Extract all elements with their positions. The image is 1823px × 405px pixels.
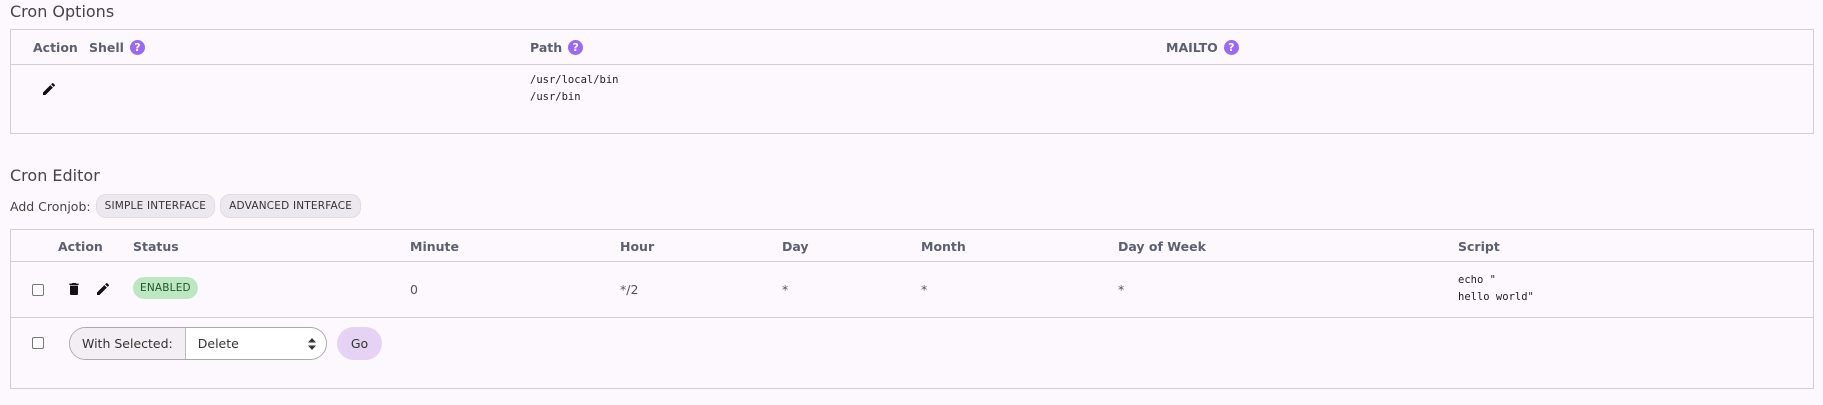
- cron-options-panel: Action Shell ? Path ? MAILTO ? /usr/loca…: [10, 29, 1814, 134]
- options-header-shell: Shell ?: [89, 40, 145, 55]
- editor-header-hour: Hour: [620, 239, 655, 254]
- editor-header-script: Script: [1458, 239, 1500, 254]
- script-line: hello world": [1458, 291, 1534, 303]
- go-button[interactable]: Go: [337, 327, 382, 360]
- cron-options-title: Cron Options: [10, 2, 115, 21]
- editor-header-status: Status: [133, 239, 179, 254]
- options-header-path: Path ?: [530, 40, 584, 55]
- simple-interface-button[interactable]: SIMPLE INTERFACE: [95, 194, 216, 218]
- options-header-shell-label: Shell: [89, 40, 124, 55]
- editor-header-divider: [11, 261, 1813, 262]
- select-arrows-icon: [308, 337, 316, 350]
- minute-value: 0: [410, 282, 418, 297]
- script-line: echo ": [1458, 274, 1496, 286]
- script-value: echo " hello world": [1458, 272, 1534, 306]
- status-badge: ENABLED: [133, 277, 198, 299]
- editor-header-day: Day: [782, 239, 809, 254]
- add-cronjob-row: Add Cronjob: SIMPLE INTERFACE ADVANCED I…: [10, 194, 362, 218]
- options-header-path-label: Path: [530, 40, 563, 55]
- cron-editor-title: Cron Editor: [10, 166, 100, 185]
- path-line: /usr/local/bin: [530, 74, 619, 86]
- options-header-divider: [11, 64, 1813, 65]
- help-icon[interactable]: ?: [568, 40, 584, 55]
- bulk-action-selected: Delete: [197, 336, 239, 351]
- select-all-checkbox[interactable]: [32, 337, 44, 349]
- editor-header-day-of-week: Day of Week: [1118, 239, 1206, 254]
- row-select-checkbox[interactable]: [32, 284, 44, 296]
- with-selected-label: With Selected:: [70, 328, 186, 359]
- hour-value: */2: [620, 282, 639, 297]
- help-icon[interactable]: ?: [1223, 40, 1239, 55]
- advanced-interface-button[interactable]: ADVANCED INTERFACE: [220, 194, 362, 218]
- editor-header-month: Month: [921, 239, 966, 254]
- bulk-action-group: With Selected: Delete: [69, 327, 327, 360]
- editor-header-action: Action: [58, 239, 103, 254]
- cron-editor-panel: Action Status Minute Hour Day Month Day …: [10, 229, 1814, 389]
- options-header-mailto-label: MAILTO: [1166, 40, 1218, 55]
- bulk-action-select[interactable]: Delete: [186, 328, 326, 359]
- month-value: *: [921, 282, 928, 297]
- options-header-action: Action: [33, 40, 78, 55]
- trash-icon[interactable]: [66, 281, 82, 297]
- path-value: /usr/local/bin /usr/bin: [530, 72, 619, 106]
- path-line: /usr/bin: [530, 91, 581, 103]
- editor-header-minute: Minute: [410, 239, 459, 254]
- help-icon[interactable]: ?: [129, 40, 145, 55]
- day-value: *: [782, 282, 789, 297]
- row-divider: [11, 317, 1813, 318]
- add-cronjob-label: Add Cronjob:: [10, 198, 91, 214]
- pencil-icon[interactable]: [41, 81, 57, 97]
- pencil-icon[interactable]: [95, 281, 111, 297]
- day-of-week-value: *: [1118, 282, 1125, 297]
- options-header-mailto: MAILTO ?: [1166, 40, 1239, 55]
